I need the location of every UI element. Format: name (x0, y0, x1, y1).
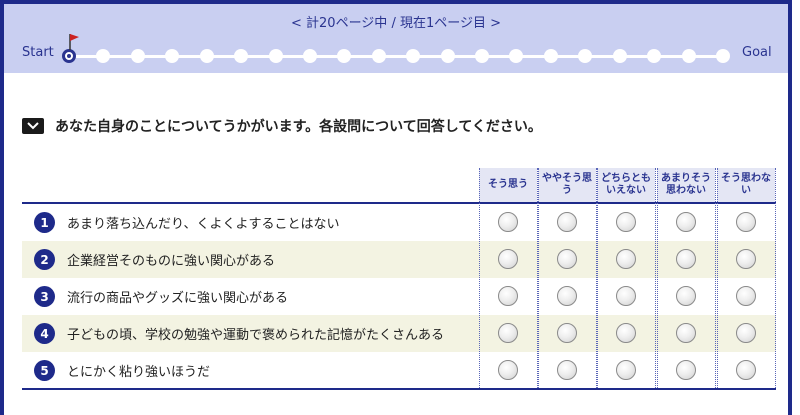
column-header: どちらともいえない (597, 168, 655, 202)
column-divider (655, 168, 656, 388)
goal-label: Goal (742, 45, 772, 60)
answer-radio[interactable] (676, 286, 696, 306)
progress-step (578, 49, 593, 63)
progress-step (475, 49, 490, 63)
answer-radio[interactable] (616, 323, 636, 343)
question-row: 5 とにかく粘り強いほうだ (22, 352, 776, 389)
question-number: 5 (34, 360, 55, 381)
answer-radio[interactable] (736, 249, 756, 269)
column-divider (657, 168, 658, 388)
answer-radio[interactable] (676, 323, 696, 343)
answer-radio[interactable] (616, 212, 636, 232)
answer-radio[interactable] (498, 286, 518, 306)
answer-radio[interactable] (736, 286, 756, 306)
progress-step (234, 49, 249, 63)
progress-step (337, 49, 352, 63)
column-divider (597, 168, 598, 388)
progress-step (96, 49, 111, 63)
answer-radio[interactable] (557, 212, 577, 232)
answer-radio[interactable] (736, 323, 756, 343)
column-divider (717, 168, 718, 388)
column-divider (538, 168, 539, 388)
progress-step (371, 49, 386, 63)
table-bottom-rule (22, 388, 776, 390)
question-number: 2 (34, 249, 55, 270)
column-divider (715, 168, 716, 388)
question-text: 子どもの頃、学校の勉強や運動で褒められた記憶がたくさんある (67, 328, 445, 343)
flag-icon (69, 34, 79, 50)
progress-step (268, 49, 283, 63)
chevron-down-icon[interactable] (22, 118, 44, 134)
progress-header: < 計20ページ中 / 現在1ページ目 > Start Goal (4, 4, 788, 73)
question-row: 1 あまり落ち込んだり、くよくよすることはない (22, 204, 776, 241)
progress-step (440, 49, 455, 63)
answer-radio[interactable] (676, 360, 696, 380)
progress-step (509, 49, 524, 63)
progress-step (165, 49, 180, 63)
progress-step (681, 49, 696, 63)
progress-step (716, 49, 730, 63)
question-text: とにかく粘り強いほうだ (67, 365, 211, 380)
answer-radio[interactable] (736, 212, 756, 232)
column-header: あまりそう思わない (657, 168, 715, 202)
answer-radio[interactable] (616, 286, 636, 306)
answer-radio[interactable] (616, 360, 636, 380)
progress-step (62, 49, 76, 63)
column-divider (775, 168, 776, 388)
progress-step (543, 49, 558, 63)
answer-radio[interactable] (498, 360, 518, 380)
question-number: 4 (34, 323, 55, 344)
answer-radio[interactable] (557, 249, 577, 269)
answer-radio[interactable] (736, 360, 756, 380)
start-label: Start (22, 45, 54, 60)
page-indicator: < 計20ページ中 / 現在1ページ目 > (291, 16, 501, 31)
answer-radio[interactable] (616, 249, 636, 269)
question-row: 2 企業経営そのものに強い関心がある (22, 241, 776, 278)
column-divider (479, 168, 480, 388)
progress-step (406, 49, 421, 63)
question-number: 3 (34, 286, 55, 307)
answer-radio[interactable] (557, 360, 577, 380)
answer-radio[interactable] (557, 286, 577, 306)
answer-radio[interactable] (676, 249, 696, 269)
question-text: 企業経営そのものに強い関心がある (67, 254, 276, 269)
answer-radio[interactable] (498, 212, 518, 232)
answer-radio[interactable] (498, 323, 518, 343)
section-title: あなた自身のことについてうかがいます。各設問について回答してください。 (55, 119, 542, 135)
answer-radio[interactable] (498, 249, 518, 269)
question-row: 4 子どもの頃、学校の勉強や運動で褒められた記憶がたくさんある (22, 315, 776, 352)
question-text: あまり落ち込んだり、くよくよすることはない (67, 217, 340, 232)
question-row: 3 流行の商品やグッズに強い関心がある (22, 278, 776, 315)
progress-step (612, 49, 627, 63)
progress-step (199, 49, 214, 63)
answer-radio[interactable] (557, 323, 577, 343)
question-text: 流行の商品やグッズに強い関心がある (67, 291, 289, 306)
question-number: 1 (34, 212, 55, 233)
column-header: そう思わない (717, 168, 775, 202)
section-heading[interactable]: あなた自身のことについてうかがいます。各設問について回答してください。 (22, 116, 542, 136)
progress-step (302, 49, 317, 63)
answer-radio[interactable] (676, 212, 696, 232)
column-header: ややそう思う (538, 168, 596, 202)
progress-step (130, 49, 145, 63)
progress-step (647, 49, 662, 63)
column-header: そう思う (479, 168, 537, 202)
